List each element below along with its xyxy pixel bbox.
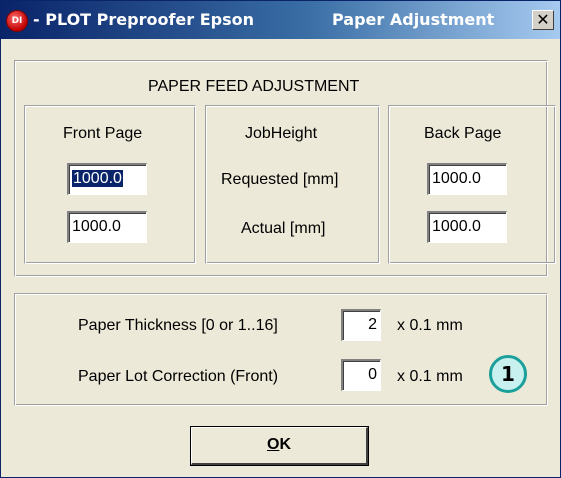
front-actual-field[interactable]: 1000.0 <box>67 211 147 243</box>
paper-lot-label: Paper Lot Correction (Front) <box>78 368 279 385</box>
back-requested-field[interactable]: 1000.0 <box>427 163 507 195</box>
ok-mnemonic: O <box>266 436 280 453</box>
app-icon: DI <box>6 10 28 32</box>
close-icon[interactable]: ✕ <box>532 10 554 30</box>
paper-feed-heading: PAPER FEED ADJUSTMENT <box>148 78 360 95</box>
window-title: - PLOT Preproofer Epson <box>33 10 255 29</box>
back-page-heading: Back Page <box>424 125 502 142</box>
front-requested-value: 1000.0 <box>72 170 123 187</box>
paper-settings-group <box>14 293 548 406</box>
front-requested-field[interactable]: 1000.0 <box>67 163 147 195</box>
callout-marker: 1 <box>489 355 527 393</box>
title-bar[interactable]: DI - PLOT Preproofer Epson Paper Adjustm… <box>1 1 560 39</box>
job-height-heading: JobHeight <box>245 125 318 142</box>
back-actual-field[interactable]: 1000.0 <box>427 211 507 243</box>
paper-lot-field[interactable]: 0 <box>341 359 381 391</box>
ok-label-rest: K <box>279 436 291 453</box>
paper-lot-unit: x 0.1 mm <box>397 368 463 385</box>
requested-label: Requested [mm] <box>221 171 339 188</box>
paper-thickness-label: Paper Thickness [0 or 1..16] <box>78 317 278 334</box>
actual-label: Actual [mm] <box>241 220 326 237</box>
paper-thickness-unit: x 0.1 mm <box>397 317 463 334</box>
paper-thickness-field[interactable]: 2 <box>341 309 381 341</box>
paper-adjustment-dialog: DI - PLOT Preproofer Epson Paper Adjustm… <box>0 0 561 478</box>
dialog-title: Paper Adjustment <box>332 10 495 29</box>
ok-button[interactable]: OK <box>190 426 369 466</box>
front-page-heading: Front Page <box>63 125 143 142</box>
